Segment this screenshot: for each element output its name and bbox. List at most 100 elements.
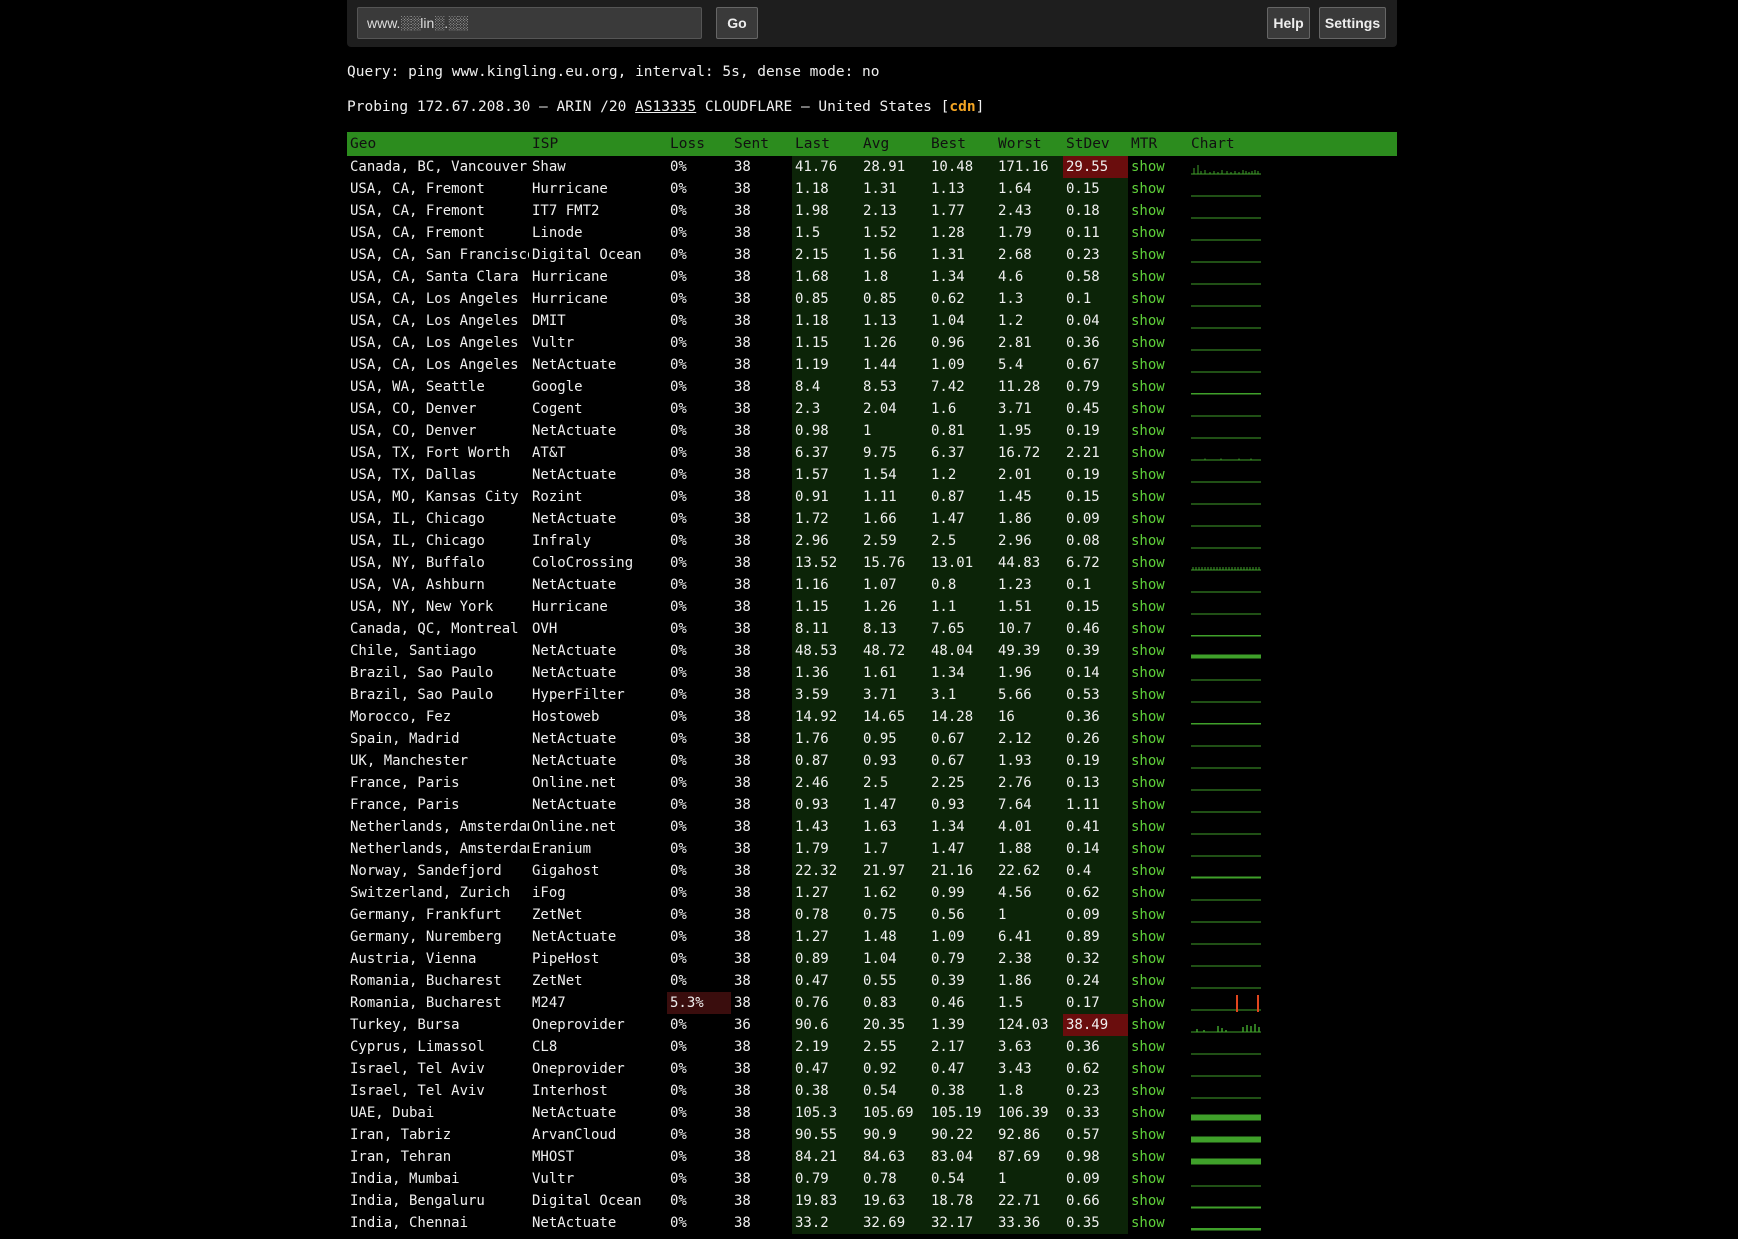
mtr-show-link[interactable]: show (1131, 1149, 1165, 1165)
mtr-show-link[interactable]: show (1131, 533, 1165, 549)
cell-mtr[interactable]: show (1128, 970, 1188, 992)
cell-mtr[interactable]: show (1128, 882, 1188, 904)
mtr-show-link[interactable]: show (1131, 401, 1165, 417)
cell-mtr[interactable]: show (1128, 860, 1188, 882)
cell-mtr[interactable]: show (1128, 816, 1188, 838)
mtr-show-link[interactable]: show (1131, 1061, 1165, 1077)
mtr-show-link[interactable]: show (1131, 379, 1165, 395)
mtr-show-link[interactable]: show (1131, 1017, 1165, 1033)
cell-mtr[interactable]: show (1128, 288, 1188, 310)
cell-mtr[interactable]: show (1128, 486, 1188, 508)
mtr-show-link[interactable]: show (1131, 951, 1165, 967)
mtr-show-link[interactable]: show (1131, 709, 1165, 725)
cell-mtr[interactable]: show (1128, 530, 1188, 552)
cell-mtr[interactable]: show (1128, 442, 1188, 464)
cell-mtr[interactable]: show (1128, 464, 1188, 486)
mtr-show-link[interactable]: show (1131, 753, 1165, 769)
cell-mtr[interactable]: show (1128, 420, 1188, 442)
cell-mtr[interactable]: show (1128, 728, 1188, 750)
cell-mtr[interactable]: show (1128, 376, 1188, 398)
mtr-show-link[interactable]: show (1131, 1215, 1165, 1231)
cell-mtr[interactable]: show (1128, 332, 1188, 354)
mtr-show-link[interactable]: show (1131, 225, 1165, 241)
cell-mtr[interactable]: show (1128, 574, 1188, 596)
mtr-show-link[interactable]: show (1131, 269, 1165, 285)
mtr-show-link[interactable]: show (1131, 247, 1165, 263)
cell-mtr[interactable]: show (1128, 1036, 1188, 1058)
mtr-show-link[interactable]: show (1131, 203, 1165, 219)
mtr-show-link[interactable]: show (1131, 929, 1165, 945)
mtr-show-link[interactable]: show (1131, 335, 1165, 351)
col-avg[interactable]: Avg (860, 132, 928, 156)
mtr-show-link[interactable]: show (1131, 775, 1165, 791)
col-worst[interactable]: Worst (995, 132, 1063, 156)
cell-mtr[interactable]: show (1128, 354, 1188, 376)
mtr-show-link[interactable]: show (1131, 313, 1165, 329)
col-stdev[interactable]: StDev (1063, 132, 1128, 156)
mtr-show-link[interactable]: show (1131, 1105, 1165, 1121)
mtr-show-link[interactable]: show (1131, 599, 1165, 615)
cell-mtr[interactable]: show (1128, 618, 1188, 640)
mtr-show-link[interactable]: show (1131, 687, 1165, 703)
cell-mtr[interactable]: show (1128, 640, 1188, 662)
cell-mtr[interactable]: show (1128, 552, 1188, 574)
cell-mtr[interactable]: show (1128, 684, 1188, 706)
mtr-show-link[interactable]: show (1131, 995, 1165, 1011)
cell-mtr[interactable]: show (1128, 948, 1188, 970)
cell-mtr[interactable]: show (1128, 596, 1188, 618)
cell-mtr[interactable]: show (1128, 1058, 1188, 1080)
mtr-show-link[interactable]: show (1131, 467, 1165, 483)
mtr-show-link[interactable]: show (1131, 665, 1165, 681)
cell-mtr[interactable]: show (1128, 310, 1188, 332)
mtr-show-link[interactable]: show (1131, 797, 1165, 813)
mtr-show-link[interactable]: show (1131, 621, 1165, 637)
mtr-show-link[interactable]: show (1131, 1127, 1165, 1143)
mtr-show-link[interactable]: show (1131, 1083, 1165, 1099)
cell-mtr[interactable]: show (1128, 926, 1188, 948)
mtr-show-link[interactable]: show (1131, 445, 1165, 461)
cell-mtr[interactable]: show (1128, 1080, 1188, 1102)
col-geo[interactable]: Geo (347, 132, 529, 156)
mtr-show-link[interactable]: show (1131, 643, 1165, 659)
mtr-show-link[interactable]: show (1131, 577, 1165, 593)
mtr-show-link[interactable]: show (1131, 489, 1165, 505)
cell-mtr[interactable]: show (1128, 244, 1188, 266)
cell-mtr[interactable]: show (1128, 222, 1188, 244)
help-button[interactable]: Help (1267, 7, 1310, 39)
cell-mtr[interactable]: show (1128, 794, 1188, 816)
mtr-show-link[interactable]: show (1131, 159, 1165, 175)
cell-mtr[interactable]: show (1128, 706, 1188, 728)
mtr-show-link[interactable]: show (1131, 907, 1165, 923)
col-isp[interactable]: ISP (529, 132, 667, 156)
cell-mtr[interactable]: show (1128, 1102, 1188, 1124)
mtr-show-link[interactable]: show (1131, 511, 1165, 527)
cell-mtr[interactable]: show (1128, 1212, 1188, 1234)
cell-mtr[interactable]: show (1128, 838, 1188, 860)
cell-mtr[interactable]: show (1128, 508, 1188, 530)
cell-mtr[interactable]: show (1128, 398, 1188, 420)
mtr-show-link[interactable]: show (1131, 357, 1165, 373)
cell-mtr[interactable]: show (1128, 904, 1188, 926)
mtr-show-link[interactable]: show (1131, 973, 1165, 989)
cell-mtr[interactable]: show (1128, 992, 1188, 1014)
cell-mtr[interactable]: show (1128, 1014, 1188, 1036)
search-input[interactable] (357, 7, 702, 39)
go-button[interactable]: Go (716, 7, 758, 39)
cell-mtr[interactable]: show (1128, 1124, 1188, 1146)
cell-mtr[interactable]: show (1128, 662, 1188, 684)
mtr-show-link[interactable]: show (1131, 841, 1165, 857)
cell-mtr[interactable]: show (1128, 1190, 1188, 1212)
asn-link[interactable]: AS13335 (635, 99, 696, 115)
col-last[interactable]: Last (792, 132, 860, 156)
mtr-show-link[interactable]: show (1131, 1171, 1165, 1187)
col-best[interactable]: Best (928, 132, 995, 156)
cell-mtr[interactable]: show (1128, 750, 1188, 772)
mtr-show-link[interactable]: show (1131, 181, 1165, 197)
col-sent[interactable]: Sent (731, 132, 792, 156)
cell-mtr[interactable]: show (1128, 266, 1188, 288)
settings-button[interactable]: Settings (1319, 7, 1386, 39)
mtr-show-link[interactable]: show (1131, 423, 1165, 439)
mtr-show-link[interactable]: show (1131, 1039, 1165, 1055)
cell-mtr[interactable]: show (1128, 156, 1188, 178)
mtr-show-link[interactable]: show (1131, 863, 1165, 879)
